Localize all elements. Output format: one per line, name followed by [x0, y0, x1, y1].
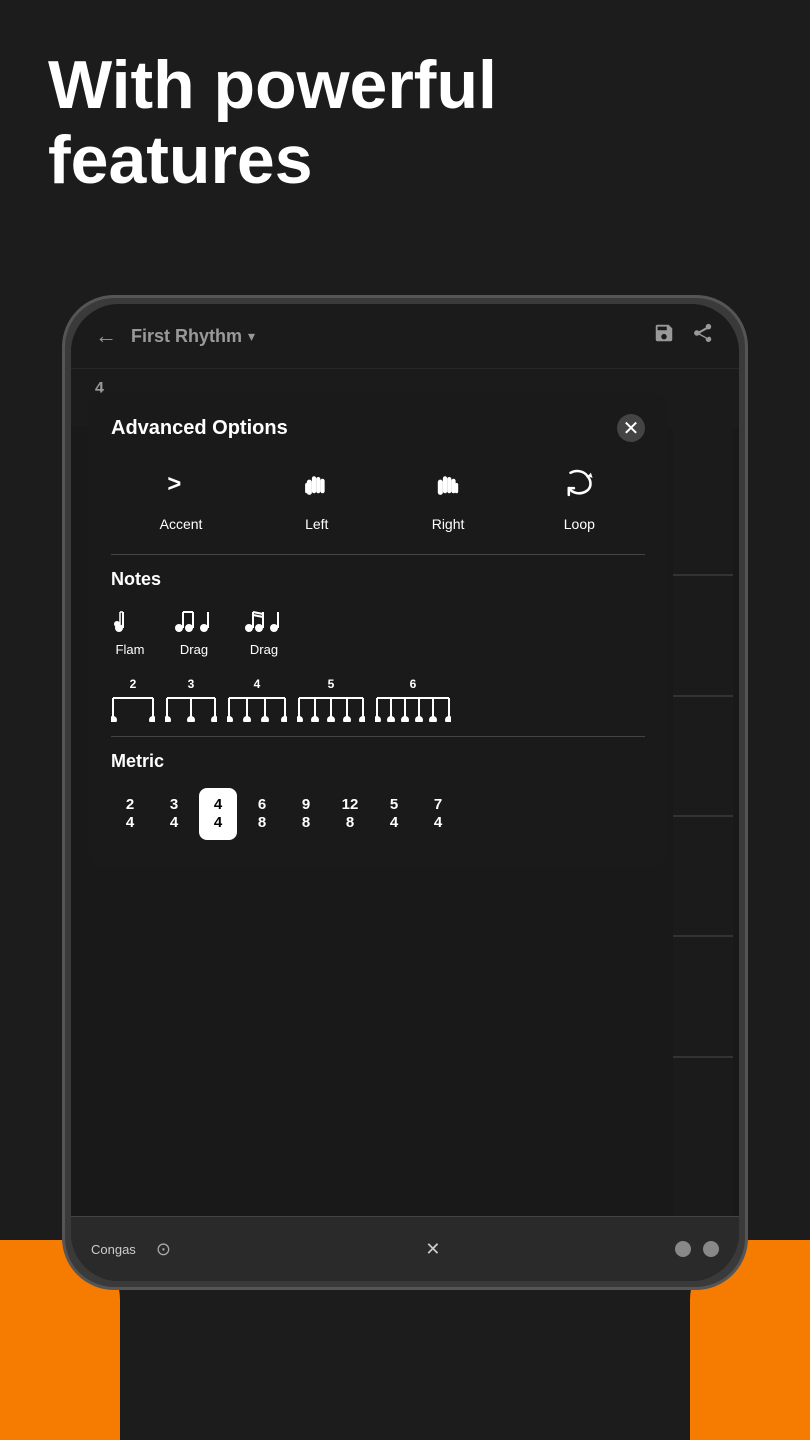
- tuplet-3[interactable]: 3: [165, 677, 217, 722]
- loop-label: Loop: [564, 516, 595, 532]
- metric-12-8-bottom: 8: [346, 814, 354, 832]
- phone-mockup: ← First Rhythm ▾ 4 4: [62, 295, 748, 1290]
- accent-label: Accent: [160, 516, 203, 532]
- tuplet-5[interactable]: 5: [297, 677, 365, 722]
- close-modal-button[interactable]: ✕: [617, 414, 645, 442]
- tuplet-6-num: 6: [410, 677, 417, 691]
- metric-3-4-top: 3: [170, 796, 178, 814]
- option-loop[interactable]: Loop: [562, 466, 596, 532]
- option-right[interactable]: Right: [431, 466, 465, 532]
- metric-6-8-top: 6: [258, 796, 266, 814]
- dot-1: [675, 1241, 691, 1257]
- metric-7-4-top: 7: [434, 796, 442, 814]
- metric-2-4-bottom: 4: [126, 814, 134, 832]
- metric-2-4-top: 2: [126, 796, 134, 814]
- metric-12-8-top: 12: [342, 796, 359, 814]
- header-section: With powerful features: [48, 48, 762, 198]
- dot-2: [703, 1241, 719, 1257]
- metric-4-4-top: 4: [214, 796, 222, 814]
- notes-section: Notes Flam: [111, 569, 645, 722]
- option-accent[interactable]: > Accent: [160, 466, 203, 532]
- metric-9-8-bottom: 8: [302, 814, 310, 832]
- header-title: With powerful features: [48, 48, 762, 198]
- left-label: Left: [305, 516, 328, 532]
- bottom-dots: [675, 1241, 719, 1257]
- bottom-close-button[interactable]: ✕: [425, 1239, 440, 1260]
- metric-6-8[interactable]: 6 8: [243, 788, 281, 840]
- metric-5-4[interactable]: 5 4: [375, 788, 413, 840]
- divider-1: [111, 554, 645, 555]
- metric-3-4-bottom: 4: [170, 814, 178, 832]
- note-flam[interactable]: Flam: [111, 606, 149, 657]
- flam-label: Flam: [116, 642, 145, 657]
- metric-2-4[interactable]: 2 4: [111, 788, 149, 840]
- metric-7-4[interactable]: 7 4: [419, 788, 457, 840]
- right-label: Right: [432, 516, 465, 532]
- drag2-label: Drag: [250, 642, 278, 657]
- accent-icon: >: [164, 466, 198, 508]
- right-hand-icon: [431, 466, 465, 508]
- metric-9-8[interactable]: 9 8: [287, 788, 325, 840]
- tuplet-2-num: 2: [130, 677, 137, 691]
- left-hand-icon: [300, 466, 334, 508]
- modal-header: Advanced Options ✕: [111, 414, 645, 442]
- drag1-label: Drag: [180, 642, 208, 657]
- metric-5-4-bottom: 4: [390, 814, 398, 832]
- metric-section: Metric 2 4 3 4 4 4: [111, 751, 645, 840]
- tuplet-4[interactable]: 4: [227, 677, 287, 722]
- divider-2: [111, 736, 645, 737]
- note-drag-1[interactable]: Drag: [169, 606, 219, 657]
- options-row: > Accent: [111, 466, 645, 532]
- notes-items-row: Flam Drag: [111, 606, 645, 657]
- advanced-options-modal: Advanced Options ✕ > Accent: [89, 392, 667, 868]
- target-icon: ⊙: [156, 1239, 171, 1260]
- metric-9-8-top: 9: [302, 796, 310, 814]
- modal-title: Advanced Options: [111, 417, 288, 440]
- tuplet-row: 2 3: [111, 677, 645, 722]
- metric-7-4-bottom: 4: [434, 814, 442, 832]
- svg-text:>: >: [167, 471, 181, 498]
- tuplet-6[interactable]: 6: [375, 677, 451, 722]
- tuplet-3-num: 3: [188, 677, 195, 691]
- metric-3-4[interactable]: 3 4: [155, 788, 193, 840]
- metric-5-4-top: 5: [390, 796, 398, 814]
- metric-title: Metric: [111, 751, 645, 772]
- note-drag-2[interactable]: Drag: [239, 606, 289, 657]
- tuplet-5-num: 5: [328, 677, 335, 691]
- metric-4-4-bottom: 4: [214, 814, 222, 832]
- metric-6-8-bottom: 8: [258, 814, 266, 832]
- congas-label: Congas: [91, 1242, 136, 1257]
- phone-bottom-bar: Congas ⊙ ✕: [71, 1216, 739, 1281]
- metric-4-4[interactable]: 4 4: [199, 788, 237, 840]
- metric-12-8[interactable]: 12 8: [331, 788, 369, 840]
- tuplet-4-num: 4: [254, 677, 261, 691]
- notes-title: Notes: [111, 569, 645, 590]
- tuplet-2[interactable]: 2: [111, 677, 155, 722]
- option-left[interactable]: Left: [300, 466, 334, 532]
- metric-row: 2 4 3 4 4 4 6: [111, 788, 645, 840]
- loop-icon: [562, 466, 596, 508]
- phone-inner: ← First Rhythm ▾ 4 4: [71, 304, 739, 1281]
